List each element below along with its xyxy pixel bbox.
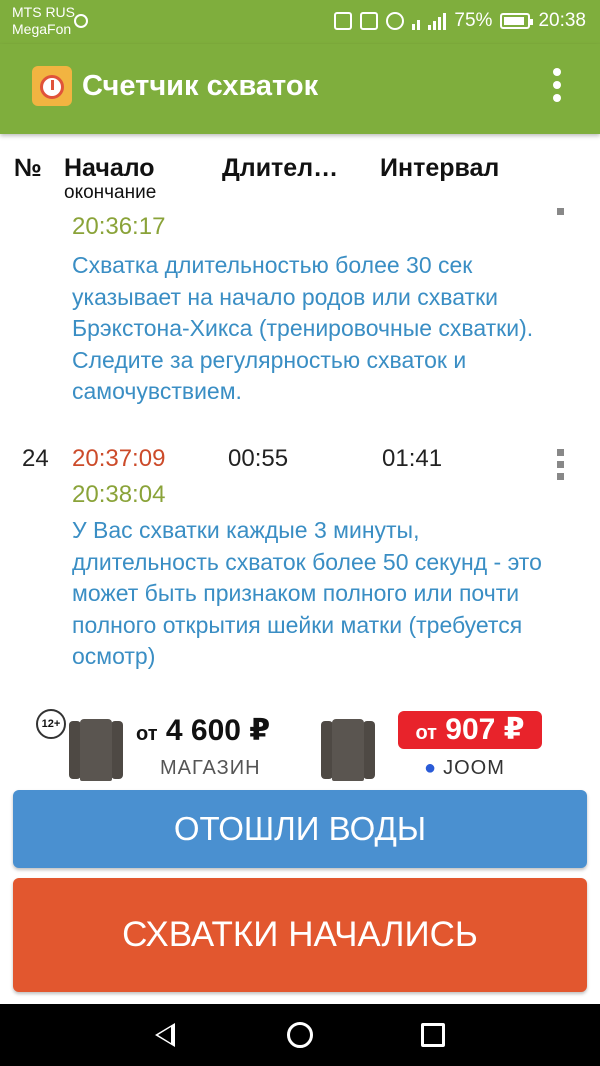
usb-icon [74,14,88,28]
contractions-started-button[interactable]: СХВАТКИ НАЧАЛИСЬ [13,878,587,992]
app-title: Счетчик схваток [82,70,319,102]
row-menu-icon[interactable] [557,208,567,220]
ad-price-1-value: 4 600 ₽ [165,714,271,747]
sweater-image [68,711,124,781]
header-start-sub: окончание [64,182,157,203]
ad-brand-label: JOOM [443,757,505,779]
header-duration: Длител… [222,154,339,182]
header-start: Начало [64,154,155,182]
navigation-bar [0,1004,600,1066]
recent-apps-icon[interactable] [421,1023,445,1047]
app-bar: Счетчик схваток [0,44,600,134]
joom-logo-icon: ● [424,757,438,779]
more-vert-icon[interactable] [552,68,562,108]
ad-price-2-value: 907 ₽ [445,713,525,746]
sweater-image [320,711,376,781]
back-icon[interactable] [155,1023,175,1047]
carrier-info: MTS RUS MegaFon [12,4,75,38]
row-advice: Схватка длительностью более 30 сек указы… [72,252,534,404]
nfc-icon [334,12,353,30]
row-end-time: 20:36:17 [72,213,166,240]
ad-price-1: от 4 600 ₽ [136,713,270,748]
network-4g-icon [412,12,421,30]
battery-percent: 75% [454,10,493,31]
row-end-time: 20:38:04 [72,481,166,508]
status-time: 20:38 [538,10,586,31]
vibrate-icon [360,12,379,30]
status-icons: 75% 20:38 [334,10,586,32]
row-interval: 01:41 [382,445,443,472]
battery-icon [500,13,534,29]
ad-price-prefix: от [136,723,158,745]
row-number: 24 [22,445,49,472]
status-bar: MTS RUS MegaFon 75% 20:38 [0,0,600,44]
row-advice: У Вас схватки каждые 3 минуты, длительно… [72,517,542,669]
ad-brand: ● JOOM [424,757,505,780]
water-broke-button[interactable]: ОТОШЛИ ВОДЫ [13,790,587,868]
ad-banner[interactable]: 12+ от 4 600 ₽ МАГАЗИН от 907 ₽ ● JOOM [32,705,568,785]
home-icon[interactable] [287,1022,313,1048]
ad-shop-label: МАГАЗИН [160,757,261,779]
alarm-icon [386,12,405,30]
row-start-time: 20:37:09 [72,445,166,472]
row-menu-icon[interactable] [557,449,567,485]
row-duration: 00:55 [228,445,289,472]
stopwatch-icon [32,66,72,106]
table-header: № Начало окончание Длител… Интервал [0,152,600,204]
signal-icon [428,12,447,30]
carrier-2: MegaFon [12,21,72,37]
age-rating-badge: 12+ [36,709,66,739]
carrier-1: MTS RUS [12,4,75,20]
ad-price-prefix-2: от [415,722,437,744]
ad-price-2: от 907 ₽ [398,711,542,749]
header-number: № [14,154,42,182]
header-interval: Интервал [380,154,500,182]
